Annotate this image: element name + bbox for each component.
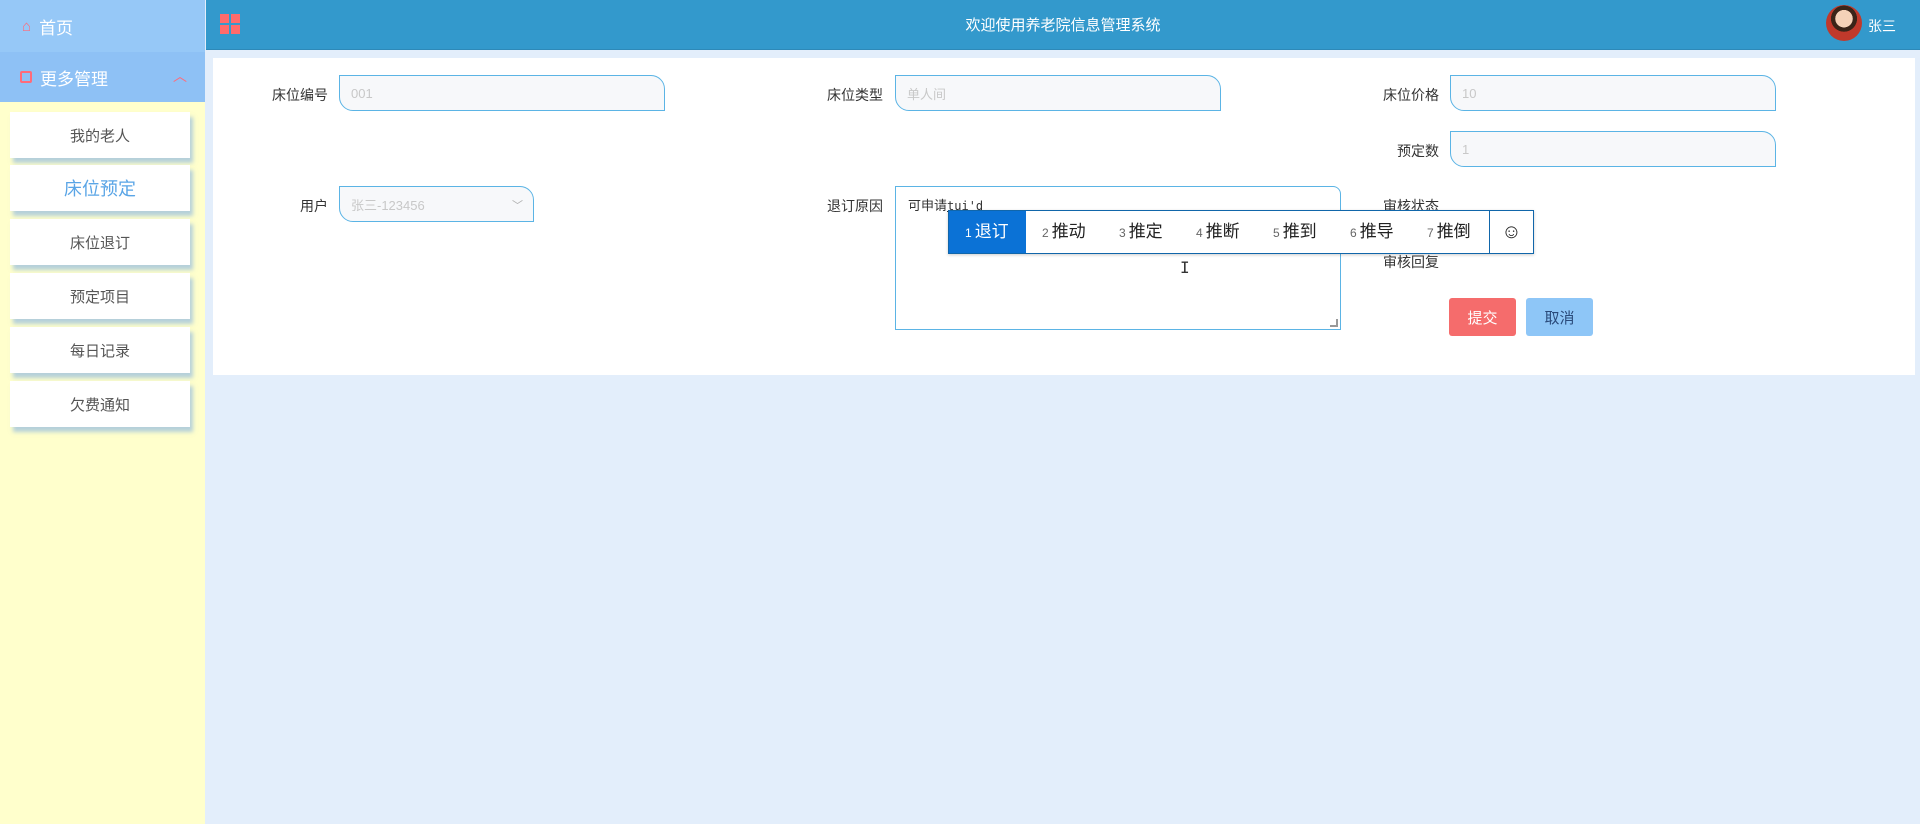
booking-count-input[interactable]: 1 xyxy=(1450,131,1776,167)
sidebar-item-my-elders[interactable]: 我的老人 xyxy=(10,112,190,158)
resize-handle-icon[interactable] xyxy=(1330,319,1338,327)
review-reply-label: 审核回复 xyxy=(1383,254,1439,270)
bed-type-input[interactable]: 单人间 xyxy=(895,75,1221,111)
emoji-icon[interactable]: ☺ xyxy=(1489,211,1533,253)
user-select[interactable]: 张三-123456 ﹀ xyxy=(339,186,534,222)
page-title: 欢迎使用养老院信息管理系统 xyxy=(965,17,1161,34)
top-header: 欢迎使用养老院信息管理系统 张三 xyxy=(206,0,1920,50)
chevron-down-icon: ﹀ xyxy=(512,200,523,212)
sidebar-item-booking-items[interactable]: 预定项目 xyxy=(10,273,190,319)
home-icon: ⌂ xyxy=(22,17,32,35)
ime-candidate[interactable]: 5 推到 xyxy=(1257,211,1334,253)
sidebar-home-label: 首页 xyxy=(39,18,74,38)
ime-candidate[interactable]: 2 推动 xyxy=(1026,211,1103,253)
avatar[interactable] xyxy=(1826,5,1862,41)
sidebar-more-management[interactable]: 更多管理 ︿ xyxy=(0,52,205,102)
bed-type-label: 床位类型 xyxy=(827,87,883,103)
text-cursor-icon: I xyxy=(1180,258,1190,277)
cancel-reason-text: 可申请 xyxy=(908,198,948,213)
cancel-button[interactable]: 取消 xyxy=(1526,298,1593,336)
user-label: 用户 xyxy=(300,198,328,214)
sidebar-home[interactable]: ⌂ 首页 xyxy=(0,0,205,52)
user-name[interactable]: 张三 xyxy=(1868,16,1896,36)
ime-candidate[interactable]: 6 推导 xyxy=(1334,211,1411,253)
bed-price-input[interactable]: 10 xyxy=(1450,75,1776,111)
ime-candidate[interactable]: 4 推断 xyxy=(1180,211,1257,253)
ime-candidate[interactable]: 1 退订 xyxy=(949,211,1026,253)
sidebar-item-arrears-notice[interactable]: 欠费通知 xyxy=(10,381,190,427)
sidebar-item-daily-records[interactable]: 每日记录 xyxy=(10,327,190,373)
bed-no-label: 床位编号 xyxy=(272,87,328,103)
sidebar: ⌂ 首页 更多管理 ︿ 我的老人 床位预定 床位退订 预定项目 每日记录 欠费通… xyxy=(0,0,205,824)
bed-no-input[interactable]: 001 xyxy=(339,75,665,111)
ime-candidate-popup: 1 退订 2 推动 3 推定 4 推断 5 推到 6 推导 7 推倒 ☺ xyxy=(948,210,1534,254)
sidebar-more-label: 更多管理 xyxy=(40,69,108,89)
submit-button[interactable]: 提交 xyxy=(1449,298,1516,336)
ime-candidate[interactable]: 3 推定 xyxy=(1103,211,1180,253)
copy-icon xyxy=(20,71,32,83)
cancel-reason-label: 退订原因 xyxy=(827,198,883,214)
bed-price-label: 床位价格 xyxy=(1383,87,1439,103)
cancel-reason-textarea[interactable]: 可申请tui'd xyxy=(895,186,1341,330)
chevron-up-icon: ︿ xyxy=(173,68,187,84)
ime-candidate[interactable]: 7 推倒 xyxy=(1411,211,1488,253)
sidebar-item-bed-cancel[interactable]: 床位退订 xyxy=(10,219,190,265)
booking-count-label: 预定数 xyxy=(1397,143,1439,159)
sidebar-item-bed-booking[interactable]: 床位预定 xyxy=(10,165,190,211)
